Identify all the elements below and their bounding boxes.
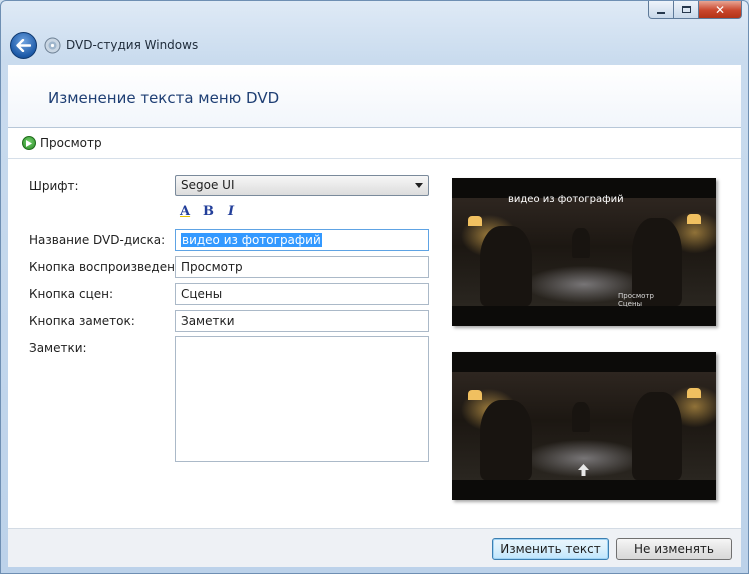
- background-preview-thumbnail: [452, 352, 716, 500]
- page-title: Изменение текста меню DVD: [48, 89, 280, 107]
- play-button-label: Кнопка воспроизведения:: [29, 260, 195, 274]
- maximize-icon: [681, 6, 691, 13]
- italic-button[interactable]: I: [228, 204, 234, 219]
- close-button[interactable]: ✕: [699, 1, 742, 19]
- content-area: Просмотр Шрифт: Segoe UI A B I Название …: [8, 128, 741, 528]
- bold-button[interactable]: B: [203, 204, 214, 219]
- play-icon: [22, 136, 36, 150]
- font-select[interactable]: Segoe UI: [175, 175, 429, 196]
- back-button[interactable]: [10, 32, 37, 59]
- dvd-studio-icon: [44, 37, 61, 54]
- scene-image: [452, 198, 716, 306]
- disc-name-value: видео из фотографий: [181, 233, 322, 247]
- play-button-input[interactable]: Просмотр: [175, 256, 429, 278]
- chevron-down-icon: [415, 183, 423, 188]
- notes-button-input[interactable]: Заметки: [175, 310, 429, 332]
- preview-link[interactable]: Просмотр: [22, 136, 102, 150]
- preview-label: Просмотр: [40, 136, 102, 150]
- scenes-button-input[interactable]: Сцены: [175, 283, 429, 305]
- cursor-arrow-icon: [578, 464, 589, 476]
- notes-button-label: Кнопка заметок:: [29, 314, 135, 328]
- menu-preview-thumbnail: видео из фотографий Просмотр Сцены: [452, 178, 716, 326]
- font-select-value: Segoe UI: [181, 178, 235, 192]
- notes-textarea[interactable]: [175, 336, 429, 462]
- disc-name-label: Название DVD-диска:: [29, 233, 166, 247]
- minimize-icon: [657, 11, 665, 14]
- dvd-studio-window: ✕ DVD-студия Windows Изменение текста ме…: [0, 0, 749, 574]
- footer-bar: Изменить текст Не изменять: [8, 528, 741, 567]
- maximize-button[interactable]: [674, 1, 699, 19]
- page-header: Изменение текста меню DVD: [8, 65, 741, 128]
- app-title: DVD-студия Windows: [66, 38, 199, 52]
- cancel-button[interactable]: Не изменять: [616, 538, 732, 560]
- back-arrow-icon: [16, 39, 31, 52]
- thumb-scenes-text: Сцены: [618, 300, 643, 308]
- thumb-menu-title: видео из фотографий: [508, 194, 624, 205]
- minimize-button[interactable]: [648, 1, 674, 19]
- thumb-play-text: Просмотр: [618, 292, 654, 300]
- font-label: Шрифт:: [29, 179, 79, 193]
- font-color-button[interactable]: A: [180, 204, 190, 219]
- notes-label: Заметки:: [29, 341, 87, 355]
- apply-text-button[interactable]: Изменить текст: [492, 538, 609, 560]
- close-icon: ✕: [714, 2, 726, 17]
- caption-buttons: ✕: [648, 1, 742, 20]
- scenes-button-label: Кнопка сцен:: [29, 287, 114, 301]
- disc-name-input[interactable]: видео из фотографий: [175, 229, 429, 251]
- divider: [8, 158, 741, 159]
